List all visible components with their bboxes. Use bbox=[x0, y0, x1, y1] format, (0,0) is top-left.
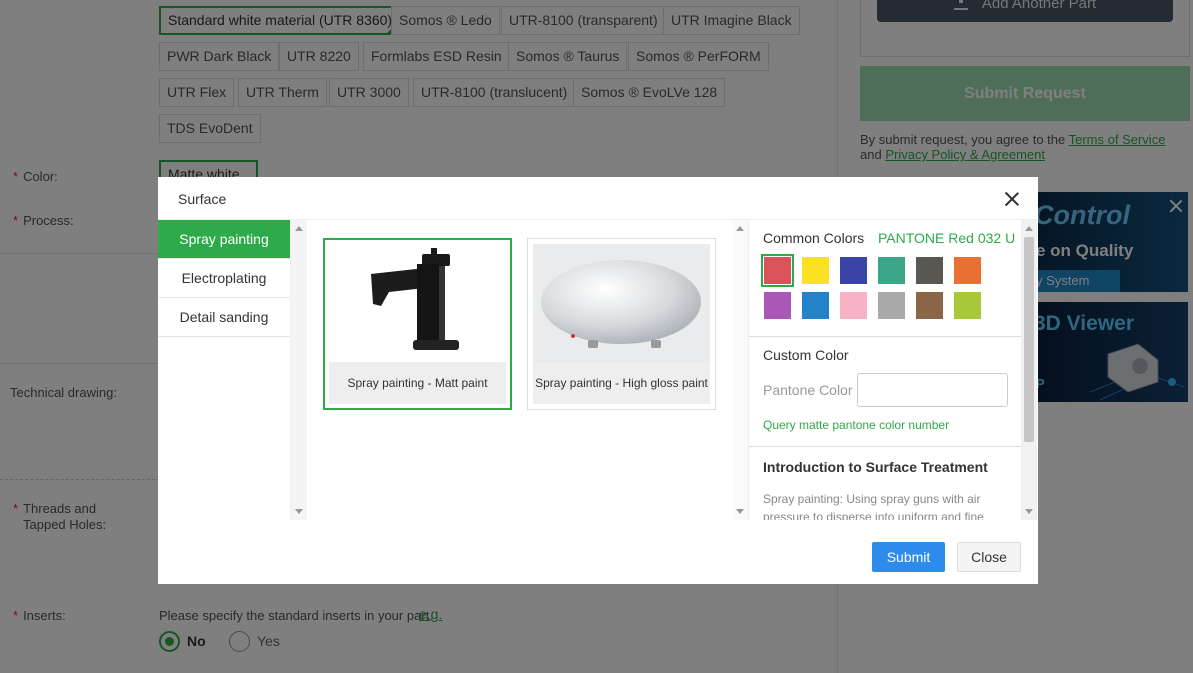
tab-electroplating[interactable]: Electroplating bbox=[158, 259, 290, 298]
surface-tabs: Spray painting Electroplating Detail san… bbox=[158, 220, 291, 520]
surface-modal: Surface Spray painting Electroplating De… bbox=[158, 177, 1038, 584]
scroll-down-icon[interactable] bbox=[295, 509, 303, 514]
color-panel-scrollbar[interactable] bbox=[1021, 220, 1037, 520]
color-swatch[interactable] bbox=[916, 292, 943, 319]
modal-title: Surface bbox=[178, 191, 227, 207]
option-caption: Spray painting - High gloss paint bbox=[533, 362, 710, 404]
faucet-image bbox=[329, 244, 506, 362]
color-swatch[interactable] bbox=[840, 292, 867, 319]
color-swatch[interactable] bbox=[764, 292, 791, 319]
scroll-up-icon[interactable] bbox=[736, 226, 744, 231]
common-colors-label: Common Colors bbox=[763, 230, 865, 246]
tab-detail-sanding[interactable]: Detail sanding bbox=[158, 298, 290, 337]
color-swatch[interactable] bbox=[916, 257, 943, 284]
option-caption: Spray painting - Matt paint bbox=[329, 362, 506, 404]
close-icon[interactable] bbox=[1004, 191, 1020, 207]
scroll-thumb[interactable] bbox=[1024, 237, 1034, 442]
scroll-down-icon[interactable] bbox=[1025, 509, 1033, 514]
submit-button[interactable]: Submit bbox=[872, 542, 945, 572]
close-button[interactable]: Close bbox=[957, 542, 1021, 572]
color-swatch[interactable] bbox=[802, 257, 829, 284]
scroll-up-icon[interactable] bbox=[1025, 226, 1033, 231]
option-card-high-gloss[interactable]: Spray painting - High gloss paint bbox=[527, 238, 716, 410]
tab-spray-painting[interactable]: Spray painting bbox=[158, 220, 290, 259]
tabs-scrollbar[interactable] bbox=[291, 220, 307, 520]
color-swatch[interactable] bbox=[954, 292, 981, 319]
intro-title: Introduction to Surface Treatment bbox=[763, 459, 988, 475]
color-swatch[interactable] bbox=[840, 257, 867, 284]
scroll-up-icon[interactable] bbox=[295, 226, 303, 231]
pantone-color-label: Pantone Color bbox=[763, 382, 853, 398]
color-swatch[interactable] bbox=[878, 292, 905, 319]
gloss-object-image bbox=[533, 244, 710, 362]
color-swatch[interactable] bbox=[761, 254, 794, 287]
pantone-color-input[interactable] bbox=[857, 373, 1008, 407]
scroll-down-icon[interactable] bbox=[736, 509, 744, 514]
divider bbox=[749, 336, 1021, 337]
option-card-matt-paint[interactable]: Spray painting - Matt paint bbox=[323, 238, 512, 410]
color-swatch[interactable] bbox=[954, 257, 981, 284]
options-scrollbar[interactable] bbox=[732, 220, 748, 520]
selected-pantone-name: PANTONE Red 032 U bbox=[878, 230, 1016, 246]
color-swatch[interactable] bbox=[802, 292, 829, 319]
color-swatch[interactable] bbox=[878, 257, 905, 284]
query-pantone-link[interactable]: Query matte pantone color number bbox=[763, 418, 949, 432]
custom-color-label: Custom Color bbox=[763, 347, 849, 363]
color-panel: Common Colors PANTONE Red 032 U Custom C… bbox=[748, 220, 1021, 520]
intro-text: Spray painting: Using spray guns with ai… bbox=[763, 492, 984, 520]
divider bbox=[749, 446, 1021, 447]
